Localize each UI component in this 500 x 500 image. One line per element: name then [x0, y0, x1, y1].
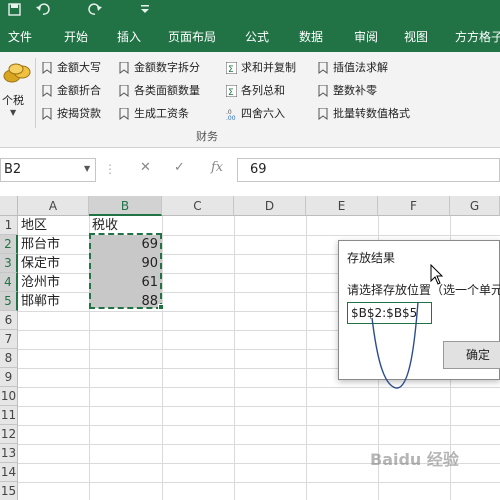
annotation-stroke	[371, 301, 419, 389]
mouse-cursor-icon	[430, 264, 444, 285]
watermark: Baidu 经验	[370, 450, 459, 469]
